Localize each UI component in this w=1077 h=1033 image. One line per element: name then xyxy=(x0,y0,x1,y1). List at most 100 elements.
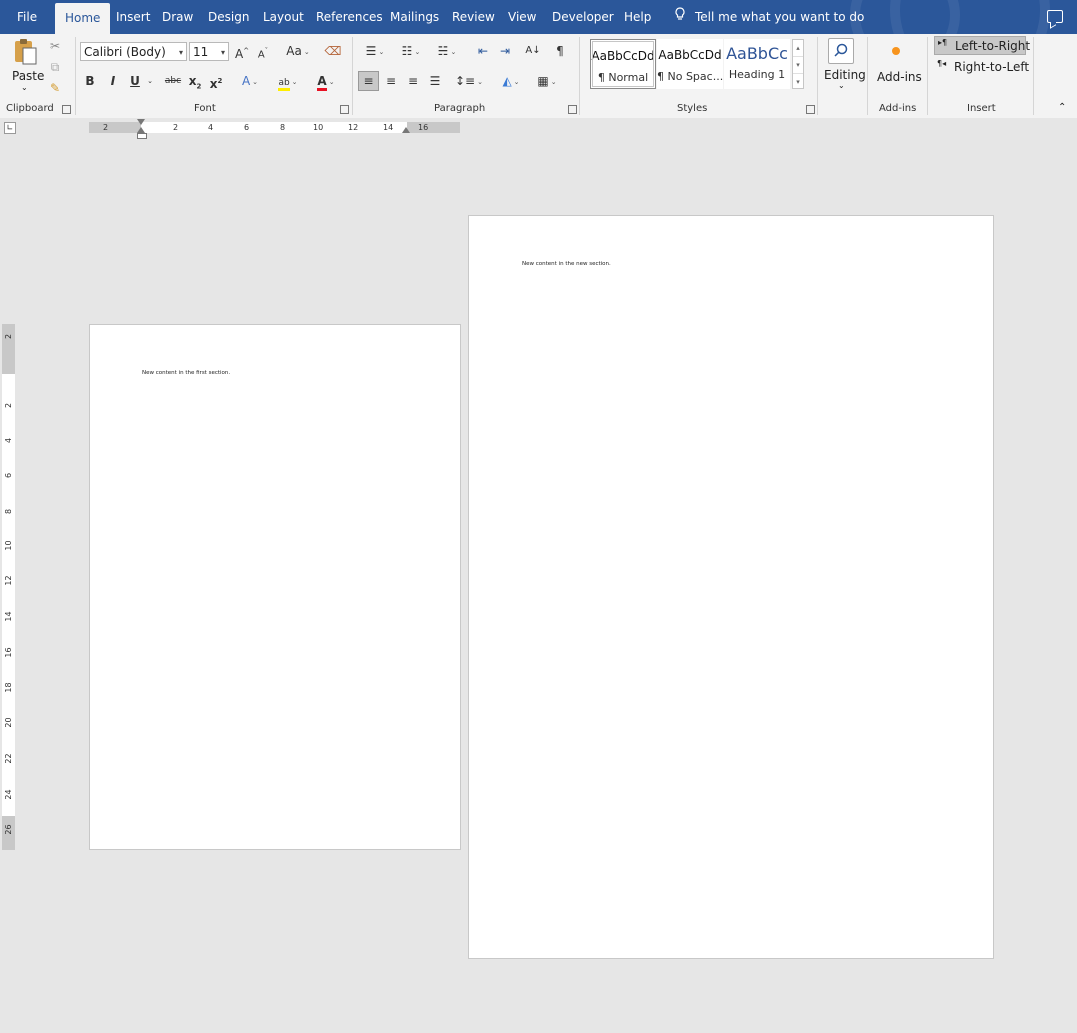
style-heading-1[interactable]: AaBbCc Heading 1 xyxy=(724,39,790,89)
superscript-button[interactable]: x2 xyxy=(209,72,223,91)
document-page-2[interactable]: New content in the new section. xyxy=(468,215,994,959)
left-indent-marker[interactable] xyxy=(137,133,147,139)
ruler-tick-label: 16 xyxy=(418,123,429,132)
line-spacing-button[interactable]: ↕≡ ⌄ xyxy=(454,72,484,90)
tab-developer[interactable]: Developer xyxy=(542,0,624,34)
underline-dropdown-chevron-icon[interactable]: ⌄ xyxy=(145,72,155,90)
vertical-ruler[interactable]: 2 2 4 6 8 10 12 14 16 18 20 22 24 26 xyxy=(2,324,15,850)
first-line-indent-marker[interactable] xyxy=(137,119,145,125)
sort-button[interactable]: A↓ xyxy=(524,42,542,60)
ruler-tick-label: 4 xyxy=(208,123,214,132)
ruler-right-margin xyxy=(407,122,460,133)
styles-launcher-icon[interactable] xyxy=(806,105,815,114)
clipboard-launcher-icon[interactable] xyxy=(62,105,71,114)
increase-indent-icon[interactable]: ⇥ xyxy=(496,42,514,60)
shading-button[interactable]: ◭ ⌄ xyxy=(496,72,526,90)
font-name-select[interactable]: Calibri (Body) ▾ xyxy=(80,42,187,61)
tab-selector-icon[interactable]: ∟ xyxy=(4,122,16,134)
highlight-color-button[interactable]: ab ⌄ xyxy=(272,72,304,91)
paste-dropdown-chevron-icon[interactable]: ⌄ xyxy=(21,83,28,92)
ruler-tick-label: 16 xyxy=(4,647,13,658)
italic-button[interactable]: I xyxy=(106,72,120,90)
ruler-tick-label: 2 xyxy=(103,123,109,132)
cut-icon[interactable]: ✂ xyxy=(48,37,62,55)
style-normal[interactable]: AaBbCcDd ¶ Normal xyxy=(590,39,656,89)
align-left-icon[interactable]: ≡ xyxy=(358,71,379,91)
text-effects-button[interactable]: A ⌄ xyxy=(237,72,263,90)
styles-more-icon[interactable]: ▾ xyxy=(793,74,803,90)
paste-icon xyxy=(15,39,37,65)
borders-button[interactable]: ▦ ⌄ xyxy=(532,72,562,90)
bold-button[interactable]: B xyxy=(83,72,97,90)
ruler-tick-label: 12 xyxy=(4,575,13,586)
page-2-text[interactable]: New content in the new section. xyxy=(522,261,611,267)
paragraph-launcher-icon[interactable] xyxy=(568,105,577,114)
tab-view[interactable]: View xyxy=(498,0,546,34)
ruler-tick-label: 18 xyxy=(4,682,13,693)
justify-icon[interactable]: ☰ xyxy=(426,72,444,90)
multilevel-list-button[interactable]: ☵ ⌄ xyxy=(432,42,462,60)
font-size-value: 11 xyxy=(193,45,209,59)
ruler-tick-label: 8 xyxy=(4,508,13,515)
right-to-left-button[interactable]: ¶◂ Right-to-Left xyxy=(934,57,1029,76)
tab-help[interactable]: Help xyxy=(614,0,661,34)
align-center-icon[interactable]: ≡ xyxy=(382,72,400,90)
ruler-tick-label: 2 xyxy=(173,123,179,132)
tab-draw[interactable]: Draw xyxy=(152,0,203,34)
tell-me-text: Tell me what you want to do xyxy=(695,10,865,24)
ltr-paragraph-icon: ▸¶ xyxy=(938,38,948,47)
tab-design[interactable]: Design xyxy=(198,0,259,34)
copy-icon[interactable]: ⧉ xyxy=(48,58,62,76)
collapse-ribbon-icon[interactable]: ⌃ xyxy=(1058,102,1066,113)
styles-scrollbar[interactable]: ▴ ▾ ▾ xyxy=(792,39,804,89)
format-painter-icon[interactable]: ✎ xyxy=(48,79,62,97)
scroll-down-icon[interactable]: ▾ xyxy=(793,57,803,74)
tab-home[interactable]: Home xyxy=(55,3,111,34)
style-no-spacing[interactable]: AaBbCcDd ¶ No Spac... xyxy=(657,39,723,89)
style-preview: AaBbCcDd xyxy=(658,48,722,62)
tab-layout[interactable]: Layout xyxy=(253,0,314,34)
ltr-label: Left-to-Right xyxy=(955,39,1031,53)
change-case-button[interactable]: Aa ⌄ xyxy=(282,42,314,60)
tab-file[interactable]: File xyxy=(7,0,47,34)
underline-button[interactable]: U xyxy=(128,72,142,90)
align-right-icon[interactable]: ≡ xyxy=(404,72,422,90)
add-ins-label: Add-ins xyxy=(877,70,922,84)
left-to-right-button[interactable]: ▸¶ Left-to-Right xyxy=(934,36,1030,55)
ruler-tick-label: 14 xyxy=(4,611,13,622)
font-launcher-icon[interactable] xyxy=(340,105,349,114)
grow-font-button[interactable]: A^ xyxy=(235,42,249,61)
ruler-tick-label: 6 xyxy=(4,472,13,479)
group-divider xyxy=(75,37,76,115)
decrease-indent-icon[interactable]: ⇤ xyxy=(474,42,492,60)
scroll-up-icon[interactable]: ▴ xyxy=(793,40,803,57)
ruler-tick-label: 14 xyxy=(383,123,394,132)
font-name-value: Calibri (Body) xyxy=(84,45,166,59)
document-page-1[interactable]: New content in the first section. xyxy=(89,324,461,850)
group-divider xyxy=(927,37,928,115)
ruler-tick-label: 4 xyxy=(4,437,13,444)
bullets-button[interactable]: ☰ ⌄ xyxy=(360,42,390,60)
subscript-button[interactable]: x2 xyxy=(188,72,202,90)
rtl-paragraph-icon: ¶◂ xyxy=(937,59,947,68)
editing-button[interactable]: Editing ⌄ xyxy=(822,37,866,99)
show-formatting-marks-button[interactable]: ¶ xyxy=(552,42,568,60)
ruler-left-margin xyxy=(89,122,141,133)
page-1-text[interactable]: New content in the first section. xyxy=(142,370,230,376)
tab-review[interactable]: Review xyxy=(442,0,505,34)
ruler-tick-label: 22 xyxy=(4,753,13,764)
tab-mailings[interactable]: Mailings xyxy=(380,0,449,34)
clear-formatting-icon[interactable]: ⌫ xyxy=(324,42,342,60)
shrink-font-button[interactable]: Aˇ xyxy=(256,42,270,60)
paste-button[interactable]: Paste ⌄ xyxy=(12,37,44,97)
comments-icon[interactable] xyxy=(1047,10,1063,23)
font-color-button[interactable]: A ⌄ xyxy=(310,72,342,91)
font-size-select[interactable]: 11 ▾ xyxy=(189,42,229,61)
strikethrough-button[interactable]: abc xyxy=(163,72,183,90)
group-divider xyxy=(867,37,868,115)
right-indent-marker[interactable] xyxy=(402,127,410,133)
add-ins-button[interactable]: Add-ins xyxy=(874,37,922,99)
numbering-button[interactable]: ☷ ⌄ xyxy=(396,42,426,60)
tell-me-search[interactable]: Tell me what you want to do xyxy=(673,0,864,34)
group-divider xyxy=(352,37,353,115)
